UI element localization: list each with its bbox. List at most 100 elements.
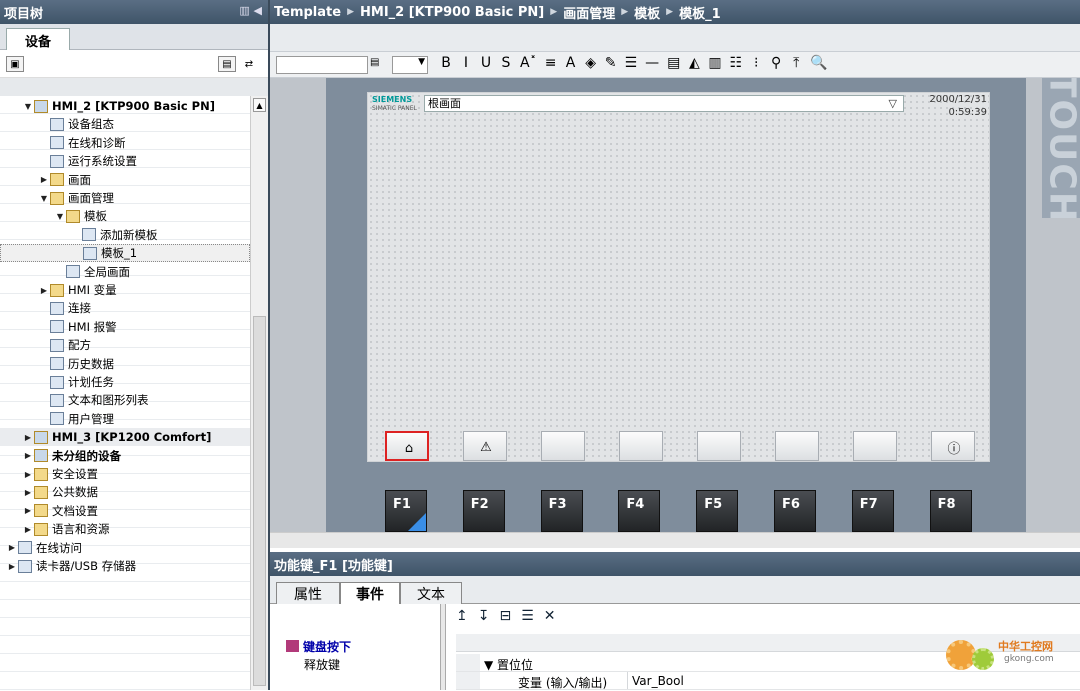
- event-key-release[interactable]: 释放键: [304, 656, 340, 673]
- tree-item[interactable]: HMI 报警: [0, 318, 250, 336]
- expand-right-icon[interactable]: ▶: [22, 451, 34, 460]
- tree-item[interactable]: 配方: [0, 336, 250, 354]
- delete-icon[interactable]: ✕: [544, 608, 556, 624]
- move-up-icon[interactable]: ↥: [456, 608, 468, 624]
- format-button[interactable]: ✎: [605, 55, 617, 71]
- tree-item[interactable]: ▶ 在线访问: [0, 539, 250, 557]
- screen-button-4[interactable]: [619, 431, 663, 461]
- tree-item[interactable]: ▶ 未分组的设备: [0, 447, 250, 465]
- tree-item[interactable]: 运行系统设置: [0, 152, 250, 170]
- screen-button-6[interactable]: [775, 431, 819, 461]
- tree-item[interactable]: ▼ HMI_2 [KTP900 Basic PN]: [0, 97, 250, 115]
- tree-item[interactable]: 连接: [0, 299, 250, 317]
- tree-item[interactable]: 用户管理: [0, 410, 250, 428]
- screen-editor-canvas[interactable]: TOUCH SIEMENS SIMATIC PANEL 根画面 ▽ 2000/12…: [270, 78, 1080, 548]
- tree-item[interactable]: 设备组态: [0, 115, 250, 133]
- alarm-button[interactable]: ⚠: [463, 431, 507, 461]
- function-key-f2[interactable]: F2: [462, 490, 505, 532]
- tree-scrollbar[interactable]: ▲: [250, 96, 268, 690]
- format-button[interactable]: ◭: [688, 55, 700, 71]
- tab-devices[interactable]: 设备: [6, 28, 70, 51]
- expand-down-icon[interactable]: ▼: [54, 212, 66, 221]
- expand-right-icon[interactable]: ▶: [6, 543, 18, 552]
- home-button[interactable]: ⌂: [385, 431, 429, 461]
- function-key-f3[interactable]: F3: [540, 490, 583, 532]
- tree-item[interactable]: 在线和诊断: [0, 134, 250, 152]
- event-key-press[interactable]: 键盘按下: [286, 638, 351, 655]
- font-name-field[interactable]: [276, 56, 368, 74]
- info-button[interactable]: ⓘ: [931, 431, 975, 461]
- scroll-up-icon[interactable]: ▲: [253, 98, 266, 112]
- tree-item[interactable]: 计划任务: [0, 373, 250, 391]
- hmi-screen[interactable]: SIEMENS SIMATIC PANEL 根画面 ▽ 2000/12/31 0:…: [367, 92, 990, 462]
- tree-item[interactable]: ▶ 画面: [0, 171, 250, 189]
- tab-events[interactable]: 事件: [340, 582, 400, 605]
- expand-right-icon[interactable]: ▶: [22, 488, 34, 497]
- format-button[interactable]: A: [565, 55, 577, 71]
- format-button[interactable]: ≡: [545, 55, 557, 71]
- tab-properties[interactable]: 属性: [276, 582, 340, 604]
- function-key-f1[interactable]: F1: [385, 490, 427, 532]
- format-button[interactable]: ☷: [730, 55, 743, 71]
- breadcrumb-item[interactable]: Template: [274, 5, 341, 20]
- breadcrumb-item[interactable]: 画面管理: [563, 3, 615, 22]
- screen-button-3[interactable]: [541, 431, 585, 461]
- screen-button-7[interactable]: [853, 431, 897, 461]
- breadcrumb-item[interactable]: 模板_1: [679, 3, 721, 22]
- tree-item[interactable]: 文本和图形列表: [0, 391, 250, 409]
- list-view-icon[interactable]: ▤: [218, 56, 236, 72]
- function-key-f8[interactable]: F8: [929, 490, 972, 532]
- format-button[interactable]: U: [480, 55, 492, 71]
- format-button[interactable]: B: [440, 55, 452, 71]
- format-button[interactable]: A˟: [520, 55, 537, 71]
- tree-item[interactable]: 模板_1: [0, 244, 250, 263]
- format-button[interactable]: ⁝: [750, 55, 762, 71]
- tree-item[interactable]: ▶ 读卡器/USB 存储器: [0, 557, 250, 575]
- tree-item[interactable]: 全局画面: [0, 263, 250, 281]
- expand-down-icon[interactable]: ▼: [22, 102, 34, 111]
- tree-item[interactable]: ▼ 模板: [0, 207, 250, 225]
- insert-icon[interactable]: ⊟: [499, 608, 511, 624]
- font-picker-icon[interactable]: ▤: [370, 57, 379, 68]
- font-size-field[interactable]: ▼: [392, 56, 428, 74]
- collapse-icon[interactable]: ▥ ◀: [239, 4, 262, 17]
- expand-right-icon[interactable]: ▶: [38, 286, 50, 295]
- format-button[interactable]: ▤: [667, 55, 680, 71]
- format-button[interactable]: S: [500, 55, 512, 71]
- format-button[interactable]: —: [645, 55, 659, 71]
- expand-right-icon[interactable]: ▶: [38, 175, 50, 184]
- scroll-thumb[interactable]: [253, 316, 266, 686]
- breadcrumb-item[interactable]: HMI_2 [KTP900 Basic PN]: [360, 5, 544, 20]
- tree-item[interactable]: ▼ 画面管理: [0, 189, 250, 207]
- function-key-f7[interactable]: F7: [851, 490, 894, 532]
- format-button[interactable]: ⚲: [770, 55, 782, 71]
- expand-right-icon[interactable]: ▶: [22, 433, 34, 442]
- function-key-f6[interactable]: F6: [774, 490, 816, 532]
- expand-right-icon[interactable]: ▶: [22, 525, 34, 534]
- expand-right-icon[interactable]: ▶: [22, 506, 34, 515]
- function-key-f5[interactable]: F5: [696, 490, 739, 532]
- expand-down-icon[interactable]: ▼: [38, 194, 50, 203]
- format-button[interactable]: ☰: [625, 55, 638, 71]
- tree-item[interactable]: ▶ HMI 变量: [0, 281, 250, 299]
- screen-dropdown[interactable]: 根画面 ▽: [424, 95, 904, 112]
- list-icon[interactable]: ☰: [521, 608, 534, 624]
- format-button[interactable]: ◈: [585, 55, 597, 71]
- date-time-field[interactable]: 2000/12/31 0:59:39: [929, 93, 987, 119]
- move-down-icon[interactable]: ↧: [478, 608, 490, 624]
- tree-item[interactable]: ▶ HMI_3 [KP1200 Comfort]: [0, 428, 250, 447]
- expand-right-icon[interactable]: ▶: [6, 562, 18, 571]
- function-key-f4[interactable]: F4: [618, 490, 661, 532]
- tree-item[interactable]: 历史数据: [0, 355, 250, 373]
- canvas-scrollbar[interactable]: [270, 532, 1080, 548]
- screen-button-5[interactable]: [697, 431, 741, 461]
- new-device-icon[interactable]: ▣: [6, 56, 24, 72]
- tab-texts[interactable]: 文本: [400, 582, 462, 604]
- sync-icon[interactable]: ⇄: [240, 56, 258, 72]
- format-button[interactable]: I: [460, 55, 472, 71]
- tree-item[interactable]: ▶ 安全设置: [0, 465, 250, 483]
- expand-right-icon[interactable]: ▶: [22, 470, 34, 479]
- tree-item[interactable]: 添加新模板: [0, 226, 250, 244]
- tree-item[interactable]: ▶ 公共数据: [0, 483, 250, 501]
- format-button[interactable]: 🔍: [810, 55, 827, 71]
